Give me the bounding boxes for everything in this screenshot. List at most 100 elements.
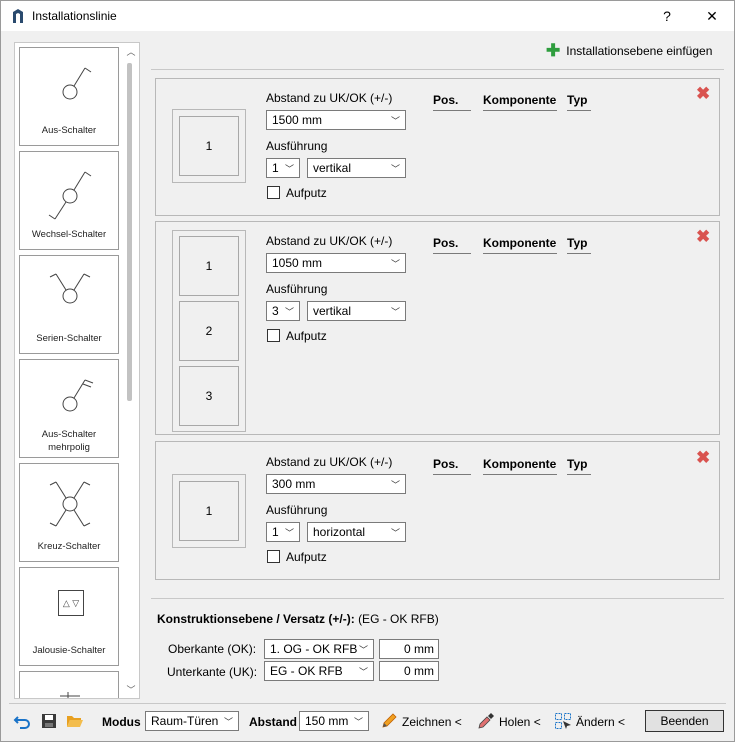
position-box[interactable]: 1 bbox=[179, 116, 239, 176]
scroll-up-icon[interactable]: ︿ bbox=[123, 43, 139, 59]
palette-item-aus-schalter-mehrpolig[interactable]: Aus-Schalter mehrpolig bbox=[19, 359, 119, 458]
orientation-select[interactable]: vertikal ﹀ bbox=[307, 158, 406, 178]
zeichnen-button[interactable]: Zeichnen < bbox=[402, 715, 462, 729]
chevron-down-icon: ﹀ bbox=[390, 259, 400, 269]
orientation-select[interactable]: horizontal ﹀ bbox=[307, 522, 406, 542]
dialog-content: Aus-Schalter Wechsel-Schalter Serien-Sch… bbox=[1, 31, 734, 741]
separator bbox=[9, 703, 726, 704]
konstruktion-subtitle: (EG - OK RFB) bbox=[358, 612, 439, 626]
scroll-down-icon[interactable]: ﹀ bbox=[123, 681, 139, 697]
holen-button[interactable]: Holen < bbox=[499, 715, 541, 729]
palette-item-wechsel-schalter[interactable]: Wechsel-Schalter bbox=[19, 151, 119, 250]
unterkante-label: Unterkante (UK): bbox=[167, 665, 258, 679]
chevron-down-icon: ﹀ bbox=[223, 717, 233, 727]
count-select[interactable]: 3 ﹀ bbox=[266, 301, 300, 321]
distance-label: Abstand zu UK/OK (+/-) bbox=[266, 234, 393, 248]
dialog-window: Installationslinie ? ✕ Aus-Schalter Wech… bbox=[0, 0, 735, 742]
column-pos: Pos. bbox=[433, 457, 471, 475]
distance-select[interactable]: 300 mm ﹀ bbox=[266, 474, 406, 494]
oberkante-select[interactable]: 1. OG - OK RFB ﹀ bbox=[264, 639, 374, 659]
undo-icon[interactable] bbox=[13, 712, 31, 730]
position-box[interactable]: 3 bbox=[179, 366, 239, 426]
aufputz-checkbox[interactable] bbox=[267, 329, 280, 342]
abstand-label: Abstand bbox=[249, 715, 297, 729]
component-palette: Aus-Schalter Wechsel-Schalter Serien-Sch… bbox=[14, 42, 140, 699]
installation-level-2: 1 2 3 Abstand zu UK/OK (+/-) 1050 mm ﹀ Au… bbox=[155, 221, 720, 435]
ausfuehrung-label: Ausführung bbox=[266, 503, 328, 517]
column-komponente: Komponente bbox=[483, 457, 557, 475]
modus-label: Modus bbox=[102, 715, 141, 729]
window-title: Installationslinie bbox=[32, 9, 117, 23]
distance-select[interactable]: 1500 mm ﹀ bbox=[266, 110, 406, 130]
chevron-down-icon: ﹀ bbox=[358, 645, 368, 655]
modus-select[interactable]: Raum-Türen ﹀ bbox=[145, 711, 239, 731]
installation-level-1: 1 Abstand zu UK/OK (+/-) 1500 mm ﹀ Ausfüh… bbox=[155, 78, 720, 216]
distance-label: Abstand zu UK/OK (+/-) bbox=[266, 91, 393, 105]
palette-item-label: Aus-Schalter mehrpolig bbox=[41, 429, 97, 453]
chevron-down-icon: ﹀ bbox=[353, 717, 363, 727]
help-button[interactable]: ? bbox=[645, 1, 689, 31]
beenden-button[interactable]: Beenden bbox=[645, 710, 724, 732]
column-typ: Typ bbox=[567, 236, 591, 254]
palette-item-aus-schalter[interactable]: Aus-Schalter bbox=[19, 47, 119, 146]
box-stack: 1 bbox=[172, 474, 246, 548]
folder-open-icon[interactable] bbox=[66, 712, 84, 730]
aufputz-label: Aufputz bbox=[286, 329, 327, 343]
chevron-down-icon: ﹀ bbox=[284, 528, 294, 538]
oberkante-label: Oberkante (OK): bbox=[168, 642, 257, 656]
chevron-down-icon: ﹀ bbox=[358, 667, 368, 677]
position-box[interactable]: 1 bbox=[179, 481, 239, 541]
aufputz-label: Aufputz bbox=[286, 186, 327, 200]
delete-level-icon[interactable]: ✖ bbox=[696, 85, 710, 102]
separator bbox=[151, 69, 724, 70]
modify-selection-icon bbox=[555, 713, 571, 729]
app-logo-icon bbox=[13, 9, 23, 23]
plus-icon: ✚ bbox=[546, 41, 561, 60]
aufputz-checkbox[interactable] bbox=[267, 550, 280, 563]
title-bar: Installationslinie ? ✕ bbox=[1, 1, 734, 31]
unterkante-value-field[interactable]: 0 mm bbox=[379, 661, 439, 681]
palette-scroll-thumb[interactable] bbox=[127, 63, 132, 401]
count-select[interactable]: 1 ﹀ bbox=[266, 158, 300, 178]
chevron-down-icon: ﹀ bbox=[284, 164, 294, 174]
position-box[interactable]: 2 bbox=[179, 301, 239, 361]
palette-item-label: Kreuz-Schalter bbox=[37, 541, 101, 552]
close-button[interactable]: ✕ bbox=[690, 1, 734, 31]
chevron-down-icon: ﹀ bbox=[390, 164, 400, 174]
abstand-select[interactable]: 150 mm ﹀ bbox=[299, 711, 369, 731]
column-typ: Typ bbox=[567, 457, 591, 475]
aufputz-checkbox[interactable] bbox=[267, 186, 280, 199]
add-level-button[interactable]: ✚ Installationsebene einfügen bbox=[546, 41, 713, 60]
delete-level-icon[interactable]: ✖ bbox=[696, 449, 710, 466]
palette-item-label: Serien-Schalter bbox=[36, 333, 102, 344]
distance-select[interactable]: 1050 mm ﹀ bbox=[266, 253, 406, 273]
count-select[interactable]: 1 ﹀ bbox=[266, 522, 300, 542]
unterkante-select[interactable]: EG - OK RFB ﹀ bbox=[264, 661, 374, 681]
aendern-button[interactable]: Ändern < bbox=[576, 715, 625, 729]
save-icon[interactable] bbox=[40, 712, 58, 730]
column-komponente: Komponente bbox=[483, 93, 557, 111]
partial-switch-icon bbox=[60, 692, 80, 698]
chevron-down-icon: ﹀ bbox=[390, 480, 400, 490]
position-box[interactable]: 1 bbox=[179, 236, 239, 296]
separator bbox=[151, 598, 724, 599]
palette-item-serien-schalter[interactable]: Serien-Schalter bbox=[19, 255, 119, 354]
column-pos: Pos. bbox=[433, 93, 471, 111]
orientation-select[interactable]: vertikal ﹀ bbox=[307, 301, 406, 321]
add-level-label: Installationsebene einfügen bbox=[566, 44, 713, 58]
bottom-toolbar: Modus Raum-Türen ﹀ Abstand 150 mm ﹀ Zeichn… bbox=[1, 707, 734, 737]
aufputz-label: Aufputz bbox=[286, 550, 327, 564]
palette-item-kreuz-schalter[interactable]: Kreuz-Schalter bbox=[19, 463, 119, 562]
palette-item-partial[interactable] bbox=[19, 671, 119, 698]
pencil-icon bbox=[382, 713, 397, 728]
chevron-down-icon: ﹀ bbox=[390, 528, 400, 538]
palette-item-label: Jalousie-Schalter bbox=[32, 645, 106, 656]
ausfuehrung-label: Ausführung bbox=[266, 282, 328, 296]
palette-item-jalousie-schalter[interactable]: △ ▽ Jalousie-Schalter bbox=[19, 567, 119, 666]
pipette-icon bbox=[478, 713, 494, 729]
oberkante-value-field[interactable]: 0 mm bbox=[379, 639, 439, 659]
box-stack: 1 2 3 bbox=[172, 230, 246, 432]
installation-level-3: 1 Abstand zu UK/OK (+/-) 300 mm ﹀ Ausführ… bbox=[155, 441, 720, 580]
delete-level-icon[interactable]: ✖ bbox=[696, 228, 710, 245]
konstruktion-title: Konstruktionsebene / Versatz (+/-): (EG … bbox=[157, 612, 439, 626]
